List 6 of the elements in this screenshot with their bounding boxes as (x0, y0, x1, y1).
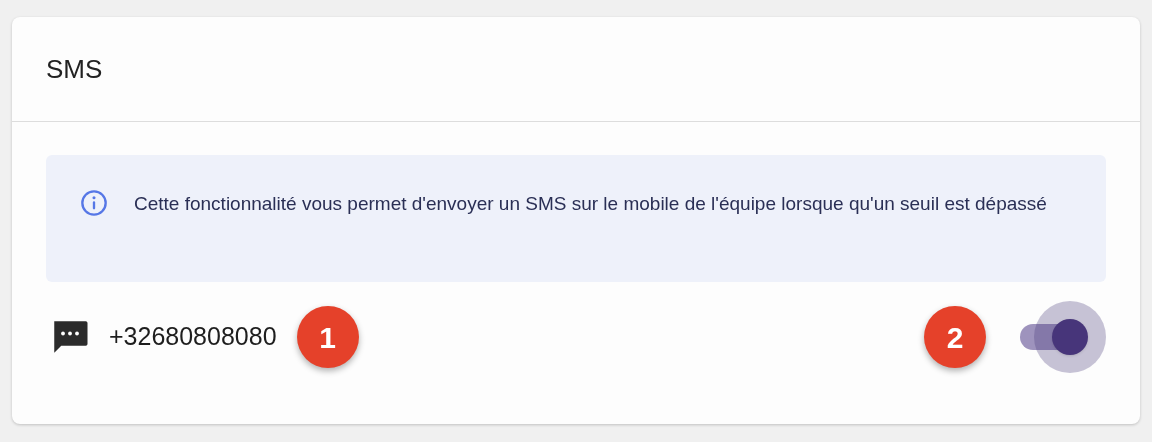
phone-number: +32680808080 (109, 321, 277, 353)
step-badge: 1 (296, 306, 359, 368)
info-text: Cette fonctionnalité vous permet d'envoyer un SMS sur le mobile de l'équipe lorsque qu'un seuil est dépassé (134, 192, 1047, 216)
step-badge: 2 (924, 306, 986, 368)
card-title: SMS (46, 52, 103, 86)
info-icon (80, 189, 108, 217)
